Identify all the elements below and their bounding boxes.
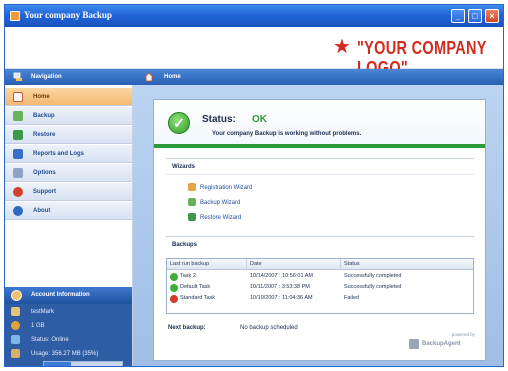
next-backup-label: Next backup: [168,325,206,331]
account-usage-row: Usage: 356.27 MB (35%) [5,347,132,361]
usage-progress-bar [43,361,123,366]
home-panel: ✓ Status: OK Your company Backup is work… [153,99,486,361]
column-header-status[interactable]: Status [341,259,473,270]
sidebar-item-label: About [33,208,51,214]
restore-wizard-label: Restore Wizard [200,215,242,221]
powered-by-badge: powered by BackupAgent [409,332,475,352]
sidebar-item-options[interactable]: Options [5,164,132,182]
account-info-title: Account Information [31,292,90,298]
backup-icon [13,111,23,121]
task-status: Successfully completed [344,284,402,290]
sidebar-item-support[interactable]: Support [5,183,132,201]
task-name: Task 2 [180,273,196,279]
success-icon [170,273,178,281]
support-icon [13,187,23,197]
divider [166,236,474,237]
account-info-header[interactable]: Account Information [5,287,132,304]
wizards-title: Wizards [172,164,195,170]
account-usage: Usage: 356.27 MB (35%) [31,351,99,357]
account-icon [11,290,22,301]
task-status: Successfully completed [344,273,402,279]
sidebar-item-restore[interactable]: Restore [5,126,132,144]
account-info-panel: testMark 1 GB Status: Online Usage: 356.… [5,304,132,366]
sidebar-item-home[interactable]: Home [5,88,132,106]
sidebar-item-about[interactable]: About [5,202,132,220]
success-icon [170,284,178,292]
reports-icon [13,149,23,159]
maximize-button[interactable]: □ [468,9,482,23]
content-title: Home [164,74,181,80]
navigation-icon [13,72,22,81]
home-icon [13,92,23,102]
navigation-title: Navigation [31,74,62,80]
main-content: ✓ Status: OK Your company Backup is work… [133,85,503,366]
status-ok-icon: ✓ [168,112,190,134]
sidebar: Home Backup Restore Reports and Logs Opt… [5,85,133,366]
status-message: Your company Backup is working without p… [212,131,362,137]
restore-icon [13,130,23,140]
window-title: Your company Backup [24,10,112,20]
backup-wizard-icon [188,198,196,206]
logo-star-icon: ★ [333,36,351,58]
title-bar[interactable]: Your company Backup _ □ × [5,5,503,27]
sidebar-item-reports[interactable]: Reports and Logs [5,145,132,163]
next-backup-value: No backup scheduled [240,325,298,331]
sidebar-item-label: Backup [33,113,55,119]
account-user-row: testMark [5,305,132,319]
close-button[interactable]: × [485,9,499,23]
app-window: Your company Backup _ □ × ★ "YOUR COMPAN… [4,4,504,367]
app-icon [10,11,20,21]
task-date: 10/10/2007 : 11:04:36 AM [250,295,313,301]
registration-icon [188,183,196,191]
backup-wizard-label: Backup Wizard [200,200,241,206]
minimize-button[interactable]: _ [451,9,465,23]
about-icon [13,206,23,216]
task-name: Default Task [180,284,211,290]
sidebar-item-label: Home [33,94,50,100]
sidebar-item-label: Reports and Logs [33,151,85,157]
status-online-icon [11,335,20,344]
failed-icon [170,295,178,303]
task-date: 10/11/2007 : 3:53:38 PM [250,284,310,290]
home-header-icon [144,72,154,82]
backupagent-name: BackupAgent [422,341,461,347]
navigation-header: Navigation [5,69,133,85]
usage-progress-fill [44,362,72,366]
registration-wizard-label: Registration Wizard [200,185,253,191]
logo-bar: ★ "YOUR COMPANY LOGO" [5,27,503,79]
status-section: ✓ Status: OK Your company Backup is work… [154,100,485,148]
powered-by-text: powered by [451,332,475,337]
user-icon [11,307,20,316]
options-icon [13,168,23,178]
account-quota-row: 1 GB [5,319,132,333]
column-header-date[interactable]: Date [247,259,341,270]
account-status: Status: Online [31,337,69,343]
content-header: Home [133,69,503,85]
backups-table: Last run backup Date Status Task 2 10/14… [166,258,474,314]
quota-icon [11,321,20,330]
status-label: Status: [202,114,236,125]
backups-title: Backups [172,242,198,248]
divider [166,158,474,159]
column-header-last-run[interactable]: Last run backup [167,259,247,270]
sidebar-item-backup[interactable]: Backup [5,107,132,125]
task-status: Failed [344,295,359,301]
usage-icon [11,349,20,358]
account-user: testMark [31,309,55,315]
sidebar-item-label: Restore [33,132,56,138]
sidebar-item-label: Options [33,170,56,176]
backupagent-logo-icon [409,339,419,349]
task-date: 10/14/2007 : 10:56:01 AM [250,273,313,279]
account-quota: 1 GB [31,323,45,329]
account-status-row: Status: Online [5,333,132,347]
task-name: Standard Task [180,295,216,301]
sidebar-item-label: Support [33,189,56,195]
restore-wizard-icon [188,213,196,221]
divider [166,174,474,175]
status-value: OK [252,114,267,125]
